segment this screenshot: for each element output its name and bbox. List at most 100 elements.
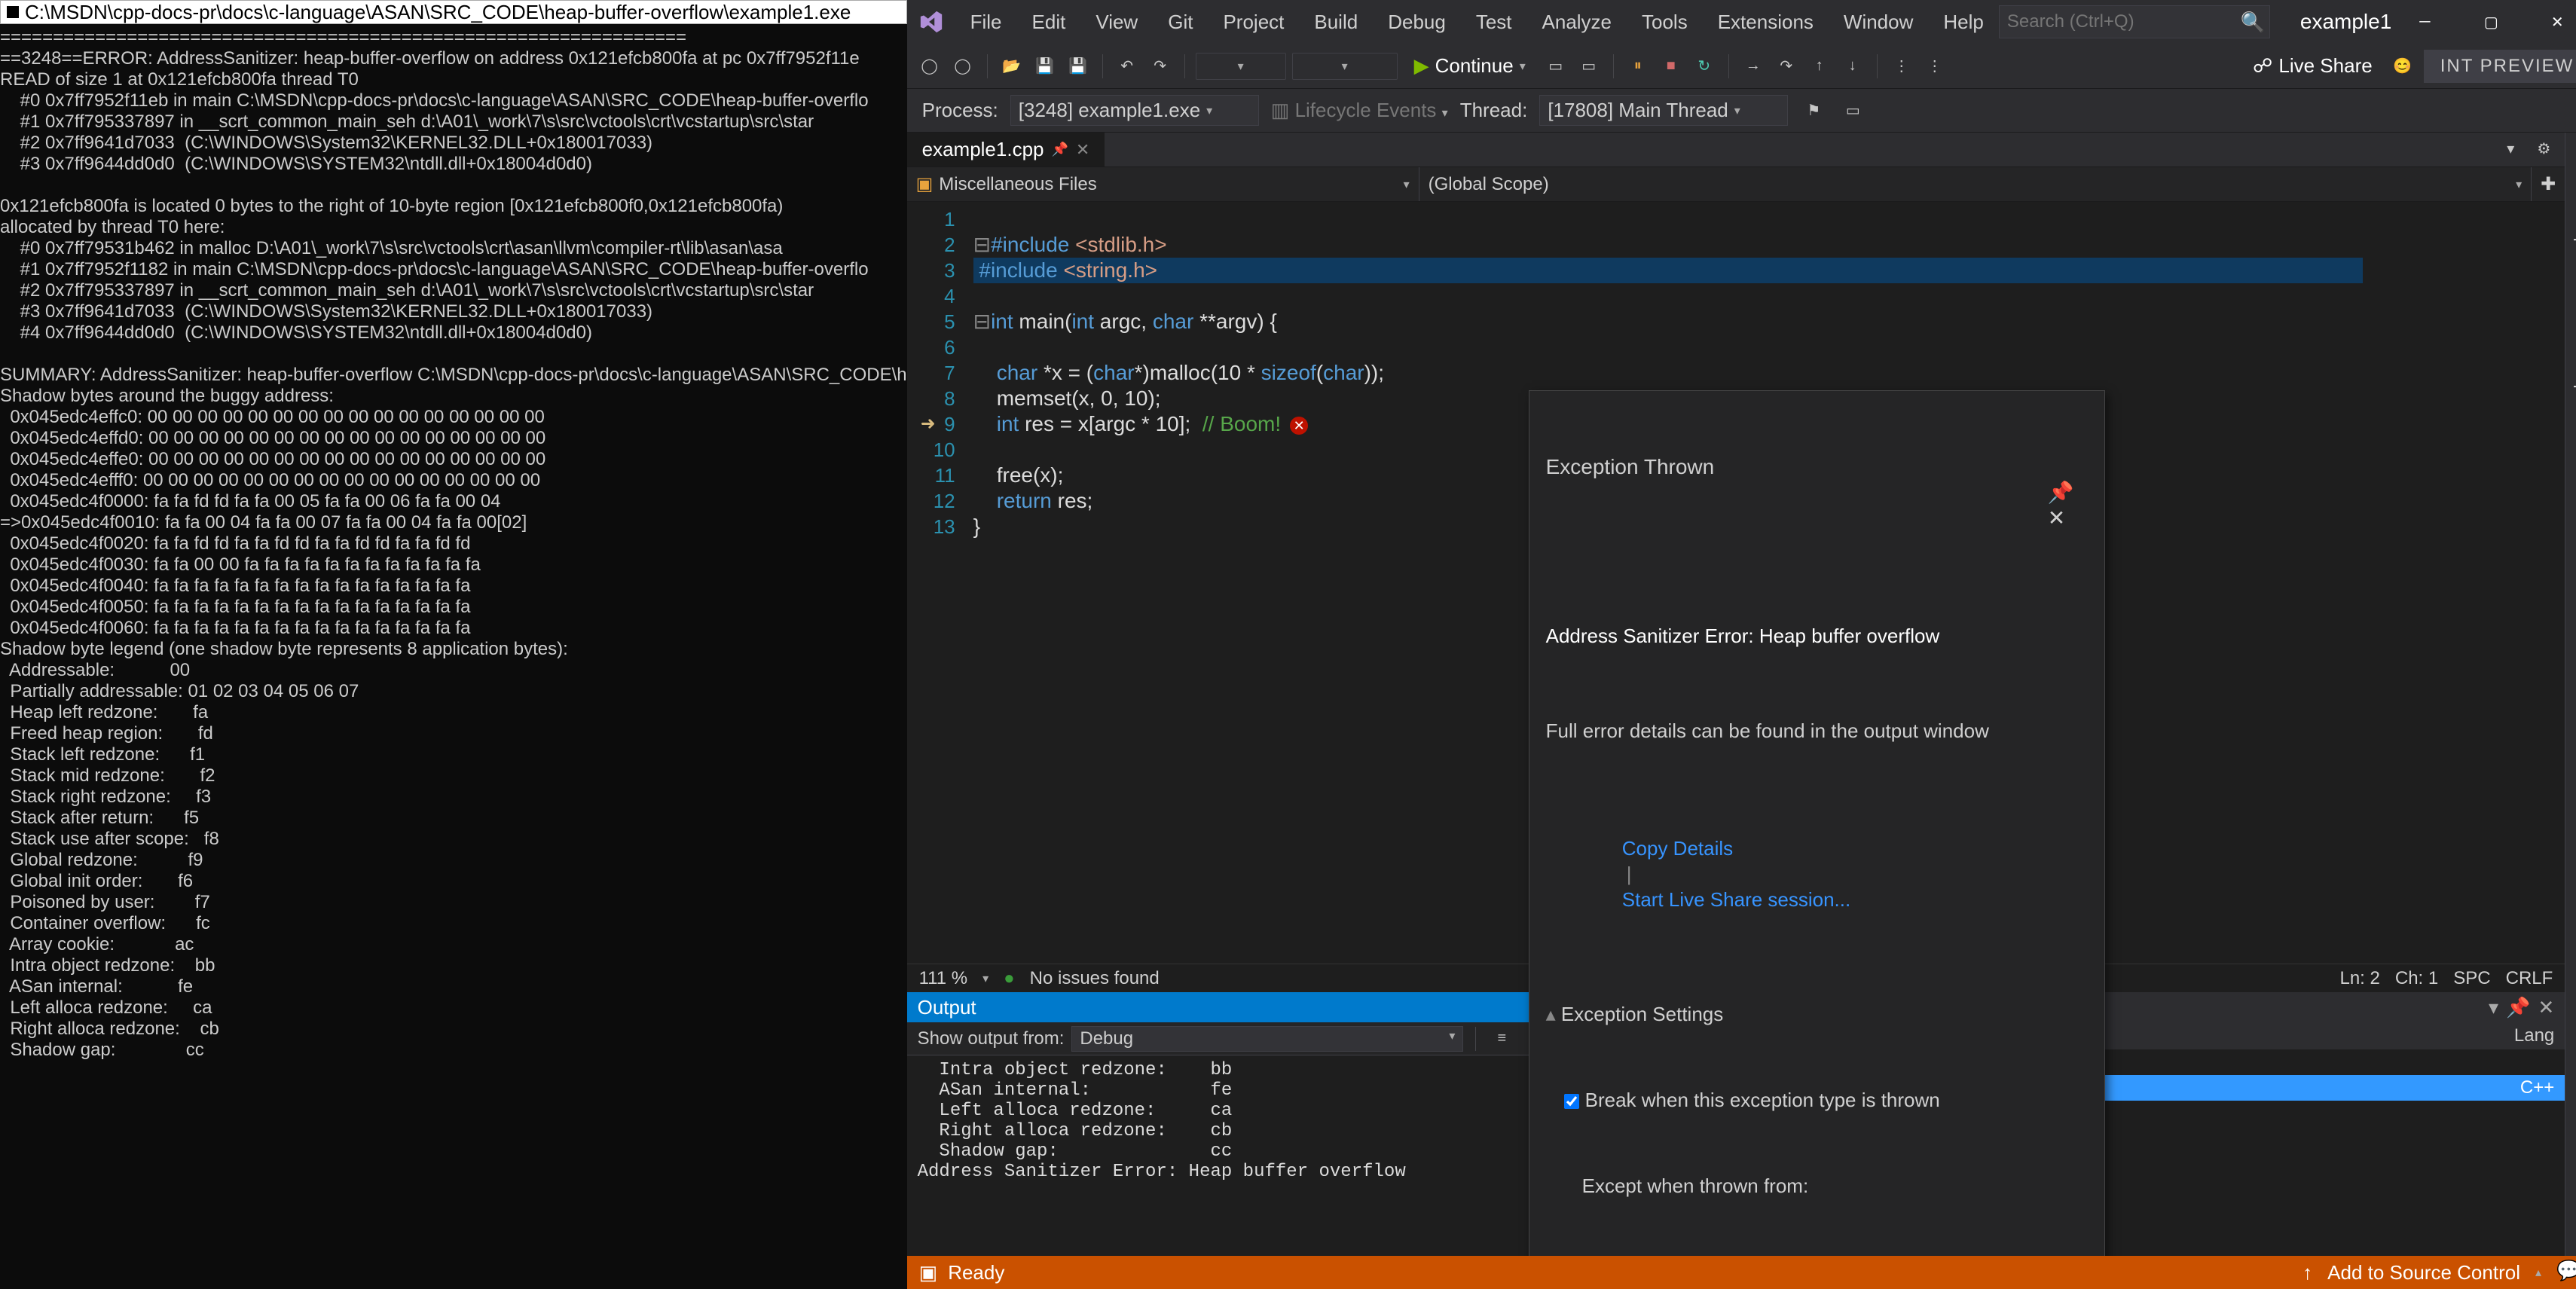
console-titlebar[interactable]: C:\MSDN\cpp-docs-pr\docs\c-language\ASAN… [0,0,907,24]
vs-toolbar: ◯ ◯ 📂 💾 💾 ↶ ↷ ▾ ▾ ▶ Continue ▾ ▭ ▭ ⏸ ■ ↻… [907,44,2576,89]
break-when-checkbox[interactable] [1564,1094,1579,1109]
redo-icon[interactable]: ↷ [1147,53,1174,80]
undo-icon[interactable]: ↶ [1114,53,1141,80]
popup-close-icon[interactable]: ✕ [2048,506,2065,530]
tb-extra-2[interactable]: ⋮ [1921,53,1948,80]
cs-pin-icon[interactable]: 📌 [2506,996,2530,1019]
feedback-icon[interactable]: 😊 [2389,53,2416,80]
show-output-label: Show output from: [918,1028,1065,1049]
thread-combo[interactable]: [17808] Main Thread▾ [1539,95,1788,126]
console-window: C:\MSDN\cpp-docs-pr\docs\c-language\ASAN… [0,0,907,1289]
exception-popup[interactable]: Exception Thrown 📌 ✕ Address Sanitizer E… [1529,390,2105,1256]
process-combo[interactable]: [3248] example1.exe▾ [1010,95,1259,126]
step-icon[interactable]: ↓ [1839,53,1866,80]
menu-build[interactable]: Build [1299,6,1373,38]
platform-combo[interactable]: ▾ [1292,53,1398,80]
menu-debug[interactable]: Debug [1373,6,1461,38]
debug-location-bar: Process: [3248] example1.exe▾ ▥ Lifecycl… [907,89,2576,133]
vs-titlebar[interactable]: File Edit View Git Project Build Debug T… [907,0,2576,44]
open-file-icon[interactable]: 📂 [998,53,1025,80]
console-title-text: C:\MSDN\cpp-docs-pr\docs\c-language\ASAN… [25,2,851,23]
menu-help[interactable]: Help [1928,6,1998,38]
issues-label[interactable]: No issues found [1030,968,1160,989]
menu-file[interactable]: File [955,6,1017,38]
nav-project-label: Miscellaneous Files [939,174,1096,195]
exception-settings-header[interactable]: Exception Settings [1561,1003,1723,1025]
vs-menubar: File Edit View Git Project Build Debug T… [955,6,1999,38]
step-out-icon[interactable]: ↑ [1806,53,1833,80]
start-live-share-link[interactable]: Start Live Share session... [1622,888,1850,911]
menu-test[interactable]: Test [1461,6,1527,38]
tb-extra-1[interactable]: ⋮ [1888,53,1915,80]
pin-icon[interactable]: 📌 [1052,142,1068,157]
pause-icon[interactable]: ⏸ [1624,53,1652,80]
menu-analyze[interactable]: Analyze [1527,6,1627,38]
vs-search[interactable]: 🔍 [1999,5,2270,38]
break-when-label: Break when this exception type is thrown [1585,1089,1940,1111]
step-over-icon[interactable]: ↷ [1773,53,1800,80]
console-app-icon [7,6,19,18]
thread-value: [17808] Main Thread [1548,99,1728,122]
menu-window[interactable]: Window [1829,6,1928,38]
team-explorer-tab[interactable]: Team Explorer [2571,307,2576,438]
stack-frame-icon[interactable]: ▭ [1839,97,1866,124]
tb-icon-2[interactable]: ▭ [1575,53,1603,80]
save-all-icon[interactable]: 💾 [1065,53,1092,80]
restart-icon[interactable]: ↻ [1691,53,1718,80]
output-source-combo[interactable]: Debug▾ [1071,1026,1463,1052]
doc-dropdown-icon[interactable]: ▾ [2497,135,2524,162]
copy-details-link[interactable]: Copy Details [1622,837,1733,860]
config-combo[interactable]: ▾ [1196,53,1286,80]
tb-icon-1[interactable]: ▭ [1542,53,1569,80]
error-glyph-icon[interactable]: ✕ [1290,417,1308,435]
ln-label[interactable]: Ln: 2 [2339,968,2379,989]
stop-icon[interactable]: ■ [1658,53,1685,80]
nav-split-icon[interactable]: ✚ [2532,167,2565,201]
console-output[interactable]: ========================================… [0,24,907,1061]
maximize-button[interactable]: ▢ [2458,0,2524,44]
crlf-label[interactable]: CRLF [2506,968,2553,989]
save-icon[interactable]: 💾 [1031,53,1059,80]
zoom-level[interactable]: 111 % [919,968,968,989]
doc-gear-icon[interactable]: ⚙ [2530,135,2557,162]
except-from-label: Except when thrown from: [1546,1173,2088,1199]
live-share-label: Live Share [2278,54,2372,78]
code-editor[interactable]: 12345678910111213 ⊟#include <stdlib.h> #… [907,202,2565,964]
side-tool-tabs: Solution Explorer Team Explorer [2565,133,2576,1256]
continue-button[interactable]: ▶ Continue ▾ [1404,51,1536,81]
nav-project[interactable]: ▣ Miscellaneous Files ▾ [907,167,1419,201]
menu-edit[interactable]: Edit [1017,6,1081,38]
current-line-arrow: ➜ [921,411,936,437]
live-share-button[interactable]: ☍ Live Share [2244,51,2382,81]
solution-explorer-tab[interactable]: Solution Explorer [2571,139,2576,292]
menu-view[interactable]: View [1080,6,1153,38]
notifications-icon[interactable]: 💬2 [2556,1259,2576,1285]
tab-example1-cpp[interactable]: example1.cpp 📌 ✕ [907,133,1105,166]
spc-label[interactable]: SPC [2453,968,2490,989]
flag-icon[interactable]: ⚑ [1800,97,1827,124]
solution-name: example1 [2300,10,2391,34]
step-into-icon[interactable]: → [1740,53,1767,80]
ch-label[interactable]: Ch: 1 [2395,968,2438,989]
visual-studio-window: File Edit View Git Project Build Debug T… [907,0,2576,1289]
lifecycle-events[interactable]: ▥ Lifecycle Events ▾ [1271,99,1448,122]
status-icon: ▣ [919,1261,938,1284]
minimize-button[interactable]: ─ [2391,0,2458,44]
nav-scope[interactable]: (Global Scope) ▾ [1419,167,2532,201]
cs-col-lang[interactable]: Lang [2514,1025,2554,1046]
menu-extensions[interactable]: Extensions [1703,6,1829,38]
menu-project[interactable]: Project [1208,6,1299,38]
menu-tools[interactable]: Tools [1627,6,1703,38]
cs-dropdown-icon[interactable]: ▾ [2489,996,2498,1019]
close-button[interactable]: ✕ [2524,0,2576,44]
out-tb-1[interactable]: ≡ [1488,1025,1515,1052]
popup-pin-icon[interactable]: 📌 [2048,481,2074,504]
add-source-control[interactable]: Add to Source Control [2327,1261,2520,1284]
cs-close-icon[interactable]: ✕ [2538,996,2554,1019]
search-input[interactable] [2007,11,2241,32]
tab-close-icon[interactable]: ✕ [1076,140,1089,160]
menu-git[interactable]: Git [1153,6,1208,38]
code-area[interactable]: ⊟#include <stdlib.h> #include <string.h>… [967,202,2565,964]
nav-back-icon[interactable]: ◯ [916,53,943,80]
nav-fwd-icon[interactable]: ◯ [949,53,976,80]
